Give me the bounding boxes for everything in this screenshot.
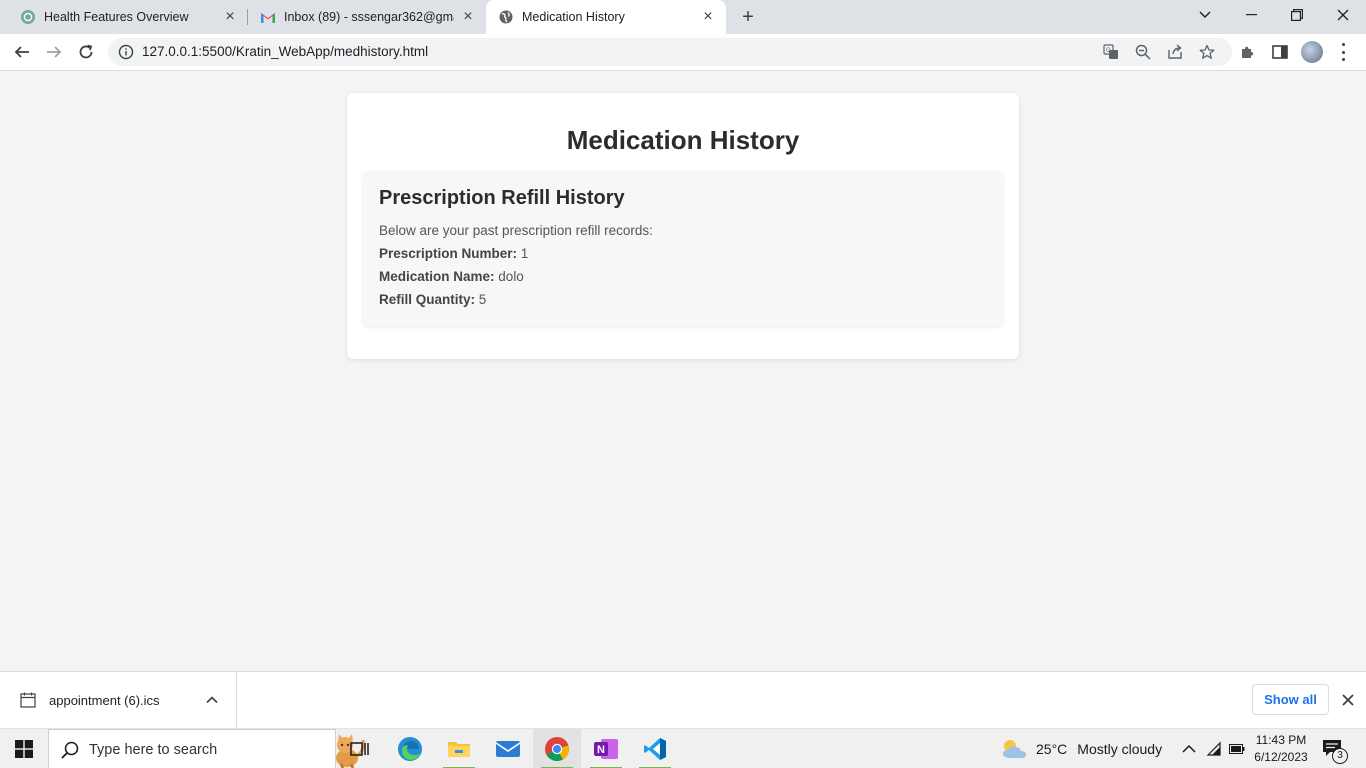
arrow-left-icon xyxy=(14,46,29,58)
chevron-down-icon xyxy=(1199,11,1211,18)
close-window-button[interactable] xyxy=(1320,0,1366,30)
download-bar: appointment (6).ics Show all xyxy=(0,671,1366,728)
record-value: dolo xyxy=(498,269,524,284)
clock-time: 11:43 PM xyxy=(1255,733,1307,747)
clock-date: 6/12/2023 xyxy=(1254,750,1308,764)
svg-text:G: G xyxy=(1106,48,1111,54)
taskbar-mail[interactable] xyxy=(484,729,532,768)
download-item[interactable]: appointment (6).ics xyxy=(0,672,237,728)
minimize-icon xyxy=(1245,14,1257,16)
tab-title: Inbox (89) - sssengar362@gmail. xyxy=(284,10,454,24)
url-text: 127.0.0.1:5500/Kratin_WebApp/medhistory.… xyxy=(142,44,429,59)
taskbar-onenote[interactable]: N xyxy=(582,729,630,768)
taskbar-chrome[interactable] xyxy=(533,729,581,768)
partly-cloudy-icon xyxy=(1003,740,1026,758)
windows-logo-icon xyxy=(15,740,33,758)
refill-history-section: Prescription Refill History Below are yo… xyxy=(363,171,1003,326)
tab-title: Health Features Overview xyxy=(44,10,189,24)
vscode-icon xyxy=(644,738,666,760)
record-label: Medication Name: xyxy=(379,269,495,284)
minimize-button[interactable] xyxy=(1228,0,1274,30)
edge-icon xyxy=(398,737,422,761)
section-intro: Below are your past prescription refill … xyxy=(379,223,653,238)
tab-title: Medication History xyxy=(522,10,625,24)
notification-count-badge: 3 xyxy=(1332,748,1348,764)
taskbar-search-box[interactable]: Type here to search xyxy=(48,729,365,768)
close-icon[interactable] xyxy=(1340,692,1356,708)
extensions-puzzle-icon[interactable] xyxy=(1239,43,1257,61)
svg-text:N: N xyxy=(597,744,605,756)
restore-button[interactable] xyxy=(1274,0,1320,30)
task-view-icon xyxy=(350,742,369,756)
browser-tab-strip: Health Features Overview × Inbox (89) - … xyxy=(0,0,1366,34)
taskbar-clock[interactable]: 11:43 PM 6/12/2023 xyxy=(1250,732,1312,766)
side-panel-icon[interactable] xyxy=(1271,43,1289,61)
chrome-icon xyxy=(545,737,569,762)
reload-button[interactable] xyxy=(72,38,100,66)
folder-icon xyxy=(448,742,470,757)
section-heading: Prescription Refill History xyxy=(379,187,625,209)
tray-chevron-up-icon[interactable] xyxy=(1181,741,1197,757)
show-all-button[interactable]: Show all xyxy=(1252,684,1329,715)
task-view-button[interactable] xyxy=(336,729,384,768)
taskbar-edge[interactable] xyxy=(386,729,434,768)
close-icon[interactable]: × xyxy=(460,9,476,25)
tab-health-features[interactable]: Health Features Overview × xyxy=(0,0,248,34)
record-label: Refill Quantity: xyxy=(379,292,476,307)
reload-icon xyxy=(79,44,93,59)
windows-taskbar: Type here to search N 25°C Mostly cloudy… xyxy=(0,728,1366,768)
wifi-icon[interactable] xyxy=(1206,741,1222,757)
restore-icon xyxy=(1291,9,1303,21)
new-tab-button[interactable]: + xyxy=(737,6,759,28)
chevron-up-icon[interactable] xyxy=(205,693,219,707)
onenote-icon: N xyxy=(594,739,618,759)
weather-widget[interactable]: 25°C Mostly cloudy xyxy=(1000,729,1162,768)
close-icon xyxy=(1337,9,1349,21)
record-medication-name: Medication Name: dolo xyxy=(379,265,987,288)
globe-icon xyxy=(498,9,514,25)
taskbar-vscode[interactable] xyxy=(631,729,679,768)
taskbar-file-explorer[interactable] xyxy=(435,729,483,768)
tab-medication-history[interactable]: Medication History × xyxy=(486,0,726,34)
tab-search-button[interactable] xyxy=(1182,0,1228,30)
weather-condition: Mostly cloudy xyxy=(1077,741,1163,757)
record-prescription-number: Prescription Number: 1 xyxy=(379,242,987,265)
back-button[interactable] xyxy=(8,38,36,66)
record-refill-quantity: Refill Quantity: 5 xyxy=(379,288,987,311)
download-file-name: appointment (6).ics xyxy=(49,693,160,708)
search-icon xyxy=(61,741,79,759)
forward-button[interactable] xyxy=(40,38,68,66)
zoom-out-icon[interactable] xyxy=(1135,44,1151,60)
gmail-icon xyxy=(260,9,276,25)
bookmark-star-icon[interactable] xyxy=(1199,44,1215,60)
info-icon[interactable] xyxy=(118,44,134,60)
arrow-right-icon xyxy=(47,46,62,58)
address-bar[interactable]: 127.0.0.1:5500/Kratin_WebApp/medhistory.… xyxy=(108,38,1232,66)
more-menu-icon[interactable] xyxy=(1340,43,1346,61)
record-label: Prescription Number: xyxy=(379,246,518,261)
mail-icon xyxy=(495,741,521,757)
profile-avatar[interactable] xyxy=(1301,41,1323,63)
close-icon[interactable]: × xyxy=(222,9,238,25)
weather-temp: 25°C xyxy=(1036,741,1068,757)
browser-toolbar: 127.0.0.1:5500/Kratin_WebApp/medhistory.… xyxy=(0,34,1366,71)
calendar-file-icon xyxy=(20,692,36,708)
medication-history-card: Medication History Prescription Refill H… xyxy=(347,93,1019,359)
page-title: Medication History xyxy=(566,125,800,155)
search-placeholder: Type here to search xyxy=(89,742,218,758)
tab-gmail-inbox[interactable]: Inbox (89) - sssengar362@gmail. × xyxy=(248,0,486,34)
record-value: 1 xyxy=(520,246,529,261)
start-button[interactable] xyxy=(0,729,48,768)
record-value: 5 xyxy=(478,292,487,307)
close-icon[interactable]: × xyxy=(700,9,716,25)
page-viewport: Medication History Prescription Refill H… xyxy=(0,71,1366,671)
translate-icon[interactable]: G xyxy=(1103,44,1119,60)
battery-icon[interactable] xyxy=(1229,741,1245,757)
chatgpt-icon xyxy=(20,9,36,25)
share-icon[interactable] xyxy=(1167,44,1183,60)
